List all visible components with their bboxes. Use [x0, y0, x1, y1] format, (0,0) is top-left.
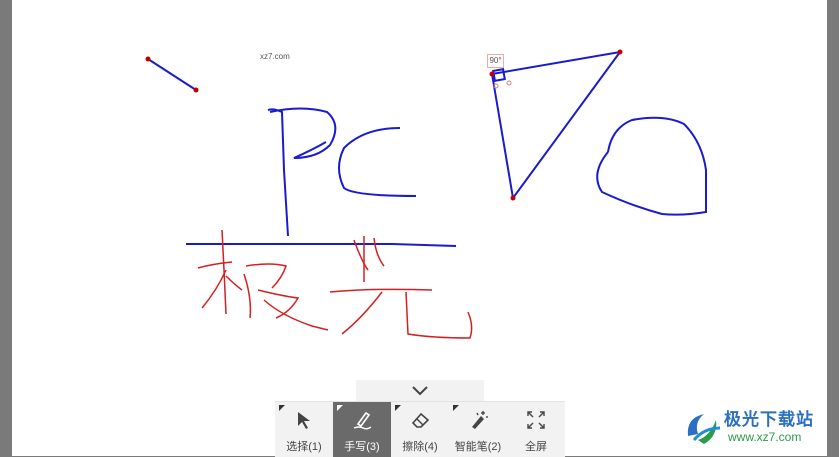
left-frame	[0, 0, 12, 456]
underline-stroke[interactable]	[186, 243, 457, 247]
handwritten-p-loop[interactable]	[269, 107, 337, 159]
corner-indicator	[337, 405, 343, 411]
corner-indicator	[453, 405, 459, 411]
select-tool-label: 选择(1)	[286, 441, 322, 453]
magic-pen-icon	[466, 408, 490, 432]
angle-label: 90°	[487, 54, 504, 68]
cursor-arrow-icon	[292, 408, 316, 432]
handwritten-c-stroke[interactable]	[338, 127, 417, 197]
aurora-logo-icon	[687, 414, 721, 444]
handwritten-p-stroke[interactable]	[267, 108, 289, 237]
triangle-vertex[interactable]	[489, 71, 495, 77]
eraser-icon	[408, 408, 432, 432]
fullscreen-button[interactable]: 全屏	[507, 402, 565, 457]
tool-palette: 选择(1) 手写(3) 擦除(4) 智能笔(2) 全屏	[275, 401, 565, 457]
fullscreen-icon	[524, 408, 548, 432]
smartpen-tool-button[interactable]: 智能笔(2)	[449, 402, 507, 457]
triangle-vertex[interactable]	[617, 49, 623, 55]
toolbar-collapse-button[interactable]	[356, 380, 484, 402]
corner-indicator	[279, 405, 285, 411]
brand-url: www.xz7.com	[728, 430, 802, 444]
erase-tool-label: 擦除(4)	[402, 441, 438, 453]
brand-watermark: 极光下载站 www.xz7.com	[680, 402, 830, 454]
triangle-shape[interactable]	[490, 50, 623, 201]
handwritten-circle-stroke[interactable]	[596, 116, 707, 216]
chevron-down-icon	[412, 386, 428, 396]
right-frame	[827, 0, 839, 456]
handwrite-tool-button[interactable]: 手写(3)	[333, 402, 391, 457]
watermark-text: xz7.com	[260, 52, 290, 61]
fullscreen-label: 全屏	[525, 441, 547, 453]
line-endpoint[interactable]	[145, 56, 151, 62]
brand-name: 极光下载站	[724, 410, 814, 429]
erase-tool-button[interactable]: 擦除(4)	[391, 402, 449, 457]
line-endpoint[interactable]	[193, 87, 199, 93]
right-angle-marker	[492, 68, 506, 82]
triangle-vertex[interactable]	[510, 195, 516, 201]
handwrite-tool-label: 手写(3)	[344, 441, 380, 453]
line-segment[interactable]	[147, 58, 197, 91]
select-tool-button[interactable]: 选择(1)	[275, 402, 333, 457]
corner-indicator	[395, 405, 401, 411]
vertex-handle[interactable]	[506, 80, 512, 86]
pen-icon	[350, 408, 374, 432]
smartpen-tool-label: 智能笔(2)	[454, 441, 502, 453]
